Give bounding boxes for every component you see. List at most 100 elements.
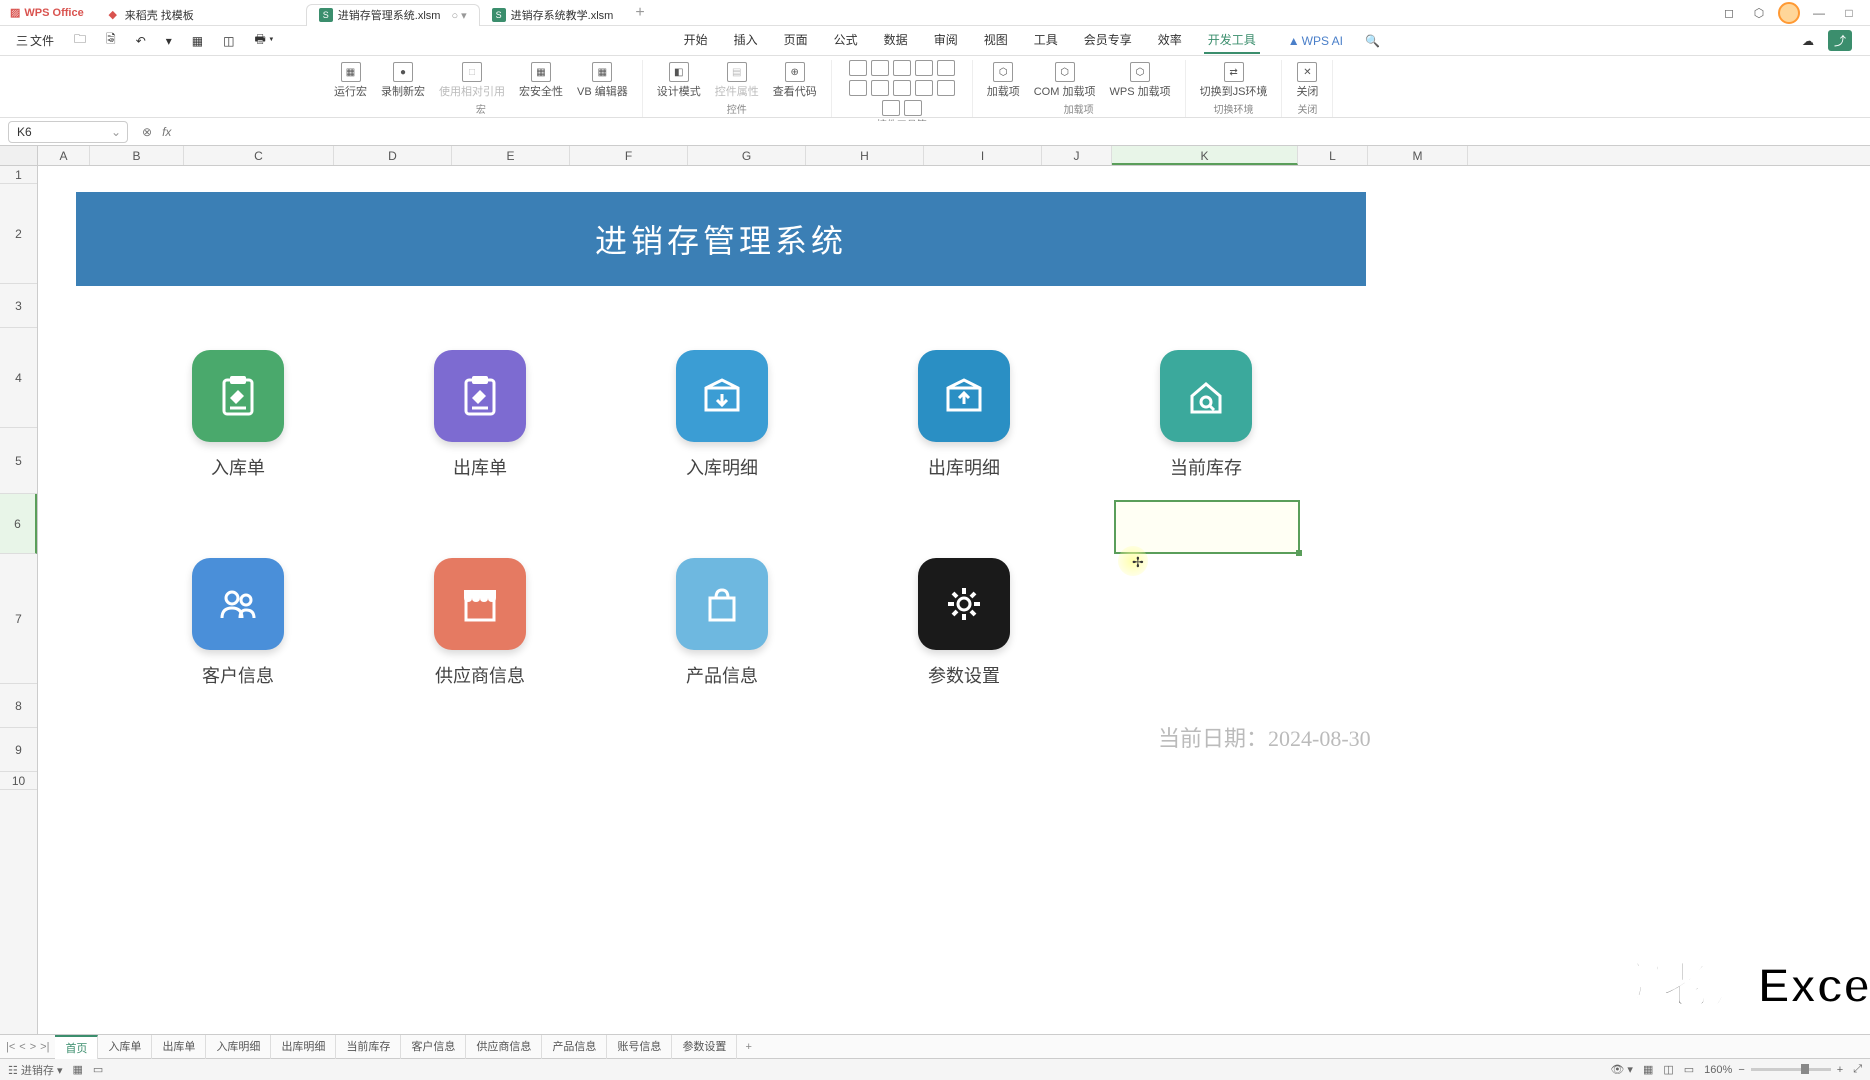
view-normal-icon[interactable]: ▦ <box>1643 1063 1653 1076</box>
tile-bag[interactable]: 产品信息 <box>676 558 768 688</box>
ribbon-design-mode[interactable]: ◧设计模式 <box>653 60 705 101</box>
tile-clipboard-edit[interactable]: 出库单 <box>434 350 526 480</box>
zoom-value[interactable]: 160% <box>1704 1064 1732 1076</box>
ribbon-record-macro[interactable]: ●录制新宏 <box>377 60 429 101</box>
col-header-E[interactable]: E <box>452 146 570 165</box>
fullscreen-icon[interactable]: ⤢ <box>1853 1063 1862 1076</box>
menu-view[interactable]: 视图 <box>980 27 1012 54</box>
ctrl-9[interactable] <box>915 80 933 96</box>
sheet-tab[interactable]: 产品信息 <box>542 1035 607 1059</box>
formula-input[interactable] <box>181 121 1864 143</box>
col-header-I[interactable]: I <box>924 146 1042 165</box>
col-header-H[interactable]: H <box>806 146 924 165</box>
ctrl-12[interactable] <box>904 100 922 116</box>
col-header-J[interactable]: J <box>1042 146 1112 165</box>
menu-insert[interactable]: 插入 <box>730 27 762 54</box>
row-header-1[interactable]: 1 <box>0 166 37 184</box>
col-header-B[interactable]: B <box>90 146 184 165</box>
ctrl-3[interactable] <box>893 60 911 76</box>
ribbon-com-addin[interactable]: ⬡COM 加载项 <box>1030 60 1100 101</box>
row-header-2[interactable]: 2 <box>0 184 37 284</box>
cube-icon[interactable]: ⬡ <box>1748 2 1770 24</box>
sheet-tab[interactable]: 供应商信息 <box>466 1035 542 1059</box>
row-header-8[interactable]: 8 <box>0 684 37 728</box>
qa-pdf-icon[interactable]: ◫ <box>217 32 240 50</box>
ribbon-macro-security[interactable]: ▦宏安全性 <box>515 60 567 101</box>
status-icon1[interactable]: ▦ <box>73 1063 83 1076</box>
ctrl-4[interactable] <box>915 60 933 76</box>
ribbon-wps-addin[interactable]: ⬡WPS 加载项 <box>1105 60 1174 101</box>
sheet-tab[interactable]: 首页 <box>55 1035 98 1059</box>
selection-cell[interactable] <box>1114 500 1300 554</box>
tile-box-down[interactable]: 入库明细 <box>676 350 768 480</box>
row-header-7[interactable]: 7 <box>0 554 37 684</box>
menu-page[interactable]: 页面 <box>780 27 812 54</box>
qa-print2-icon[interactable]: 🖶 ▾ <box>248 28 279 53</box>
share-icon[interactable]: ⤴ <box>1828 30 1852 51</box>
avatar[interactable] <box>1778 2 1800 24</box>
sheet-tab[interactable]: 当前库存 <box>336 1035 401 1059</box>
tile-users[interactable]: 客户信息 <box>192 558 284 688</box>
zoom-in-button[interactable]: + <box>1837 1064 1843 1076</box>
menu-formula[interactable]: 公式 <box>830 27 862 54</box>
nav-prev-icon[interactable]: < <box>19 1041 25 1053</box>
nav-first-icon[interactable]: |< <box>6 1041 15 1053</box>
row-header-5[interactable]: 5 <box>0 428 37 494</box>
name-box[interactable]: K6 <box>8 121 128 143</box>
ribbon-switch-js[interactable]: ⇄切换到JS环境 <box>1196 60 1272 101</box>
col-header-G[interactable]: G <box>688 146 806 165</box>
wps-ai-button[interactable]: ▲ WPS AI <box>1282 32 1349 50</box>
row-header-6[interactable]: 6 <box>0 494 37 554</box>
tile-store[interactable]: 供应商信息 <box>434 558 526 688</box>
col-header-A[interactable]: A <box>38 146 90 165</box>
ctrl-5[interactable] <box>937 60 955 76</box>
ribbon-view-code[interactable]: ⊕查看代码 <box>769 60 821 101</box>
ribbon-addin[interactable]: ⬡加载项 <box>983 60 1024 101</box>
view-page-icon[interactable]: ◫ <box>1663 1063 1673 1076</box>
qa-print-icon[interactable]: 🗟 <box>100 28 122 53</box>
nav-last-icon[interactable]: >| <box>40 1041 49 1053</box>
menu-devtools[interactable]: 开发工具 <box>1204 27 1260 54</box>
col-header-D[interactable]: D <box>334 146 452 165</box>
ctrl-8[interactable] <box>893 80 911 96</box>
menu-efficiency[interactable]: 效率 <box>1154 27 1186 54</box>
add-sheet-button[interactable]: + <box>737 1041 759 1053</box>
menu-home[interactable]: 开始 <box>680 27 712 54</box>
menu-tools[interactable]: 工具 <box>1030 27 1062 54</box>
minimize-button[interactable]: — <box>1808 2 1830 24</box>
col-header-L[interactable]: L <box>1298 146 1368 165</box>
zoom-slider[interactable] <box>1751 1068 1831 1071</box>
tab-current-file[interactable]: S 进销存管理系统.xlsm ○ ▾ <box>306 4 480 26</box>
row-header-9[interactable]: 9 <box>0 728 37 772</box>
maximize-button[interactable]: □ <box>1838 2 1860 24</box>
select-all-corner[interactable] <box>0 146 38 165</box>
sheet-tab[interactable]: 出库明细 <box>271 1035 336 1059</box>
tile-house-search[interactable]: 当前库存 <box>1160 350 1252 480</box>
status-icon2[interactable]: ▭ <box>93 1063 103 1076</box>
qa-redo-icon[interactable]: ▾ <box>160 32 178 50</box>
col-header-M[interactable]: M <box>1368 146 1468 165</box>
grid[interactable]: 进销存管理系统 入库单出库单入库明细出库明细当前库存客户信息供应商信息产品信息参… <box>38 166 1870 1034</box>
ctrl-2[interactable] <box>871 60 889 76</box>
ribbon-run-macro[interactable]: ▦运行宏 <box>330 60 371 101</box>
ctrl-1[interactable] <box>849 60 867 76</box>
qa-preview-icon[interactable]: ▦ <box>186 32 209 50</box>
row-header-4[interactable]: 4 <box>0 328 37 428</box>
cloud-icon[interactable]: ☁ <box>1796 30 1820 51</box>
qa-save-icon[interactable]: 🗀 <box>68 28 92 53</box>
sheet-tab[interactable]: 出库单 <box>152 1035 206 1059</box>
view-eye-icon[interactable]: 👁 ▾ <box>1610 1063 1633 1076</box>
zoom-out-button[interactable]: − <box>1738 1064 1744 1076</box>
tile-box-up[interactable]: 出库明细 <box>918 350 1010 480</box>
menu-data[interactable]: 数据 <box>880 27 912 54</box>
new-tab-button[interactable]: + <box>625 4 654 22</box>
view-break-icon[interactable]: ▭ <box>1684 1063 1694 1076</box>
ribbon-close[interactable]: ✕关闭 <box>1292 60 1322 101</box>
tile-clipboard-edit[interactable]: 入库单 <box>192 350 284 480</box>
ctrl-7[interactable] <box>871 80 889 96</box>
qa-undo-icon[interactable]: ↶ <box>130 32 152 50</box>
row-header-3[interactable]: 3 <box>0 284 37 328</box>
tab-templates[interactable]: ◆ 来稻壳 找模板 <box>94 4 206 26</box>
sheet-tab[interactable]: 客户信息 <box>401 1035 466 1059</box>
nav-next-icon[interactable]: > <box>30 1041 36 1053</box>
